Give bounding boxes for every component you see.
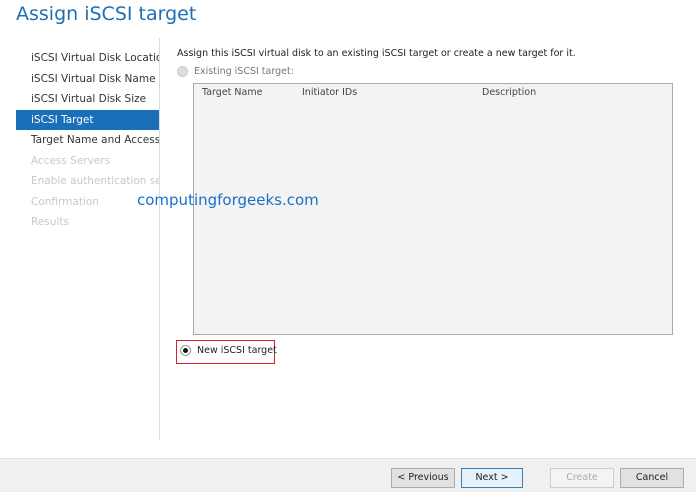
step-iscsi-target[interactable]: iSCSI Target — [16, 109, 159, 130]
step-target-name-access[interactable]: Target Name and Access — [16, 130, 159, 151]
column-target-name[interactable]: Target Name — [194, 84, 294, 102]
radio-button[interactable] — [180, 345, 191, 356]
existing-target-radio[interactable]: Existing iSCSI target: — [177, 66, 294, 77]
page-title: Assign iSCSI target — [16, 3, 197, 25]
step-virtual-disk-name[interactable]: iSCSI Virtual Disk Name — [16, 69, 159, 90]
watermark: computingforgeeks.com — [137, 191, 319, 209]
step-enable-authentication: Enable authentication ser — [31, 175, 159, 187]
new-target-radio[interactable]: New iSCSI target — [180, 345, 277, 356]
next-button[interactable]: Next > — [461, 468, 523, 488]
existing-target-label: Existing iSCSI target: — [194, 66, 294, 77]
divider — [159, 38, 160, 440]
radio-button[interactable] — [177, 66, 188, 77]
step-virtual-disk-location[interactable]: iSCSI Virtual Disk Location — [16, 48, 159, 69]
table-header: Target Name Initiator IDs Description — [194, 84, 672, 102]
intro-text: Assign this iSCSI virtual disk to an exi… — [177, 48, 576, 59]
step-access-servers: Access Servers — [31, 154, 111, 167]
new-target-label: New iSCSI target — [197, 345, 277, 356]
column-initiator-ids[interactable]: Initiator IDs — [294, 84, 474, 102]
step-results: Results — [31, 216, 69, 228]
create-button: Create — [550, 468, 614, 488]
step-virtual-disk-size[interactable]: iSCSI Virtual Disk Size — [16, 89, 159, 110]
existing-targets-table[interactable]: Target Name Initiator IDs Description — [193, 83, 673, 335]
cancel-button[interactable]: Cancel — [620, 468, 684, 488]
column-description[interactable]: Description — [474, 84, 536, 102]
previous-button[interactable]: < Previous — [391, 468, 455, 488]
